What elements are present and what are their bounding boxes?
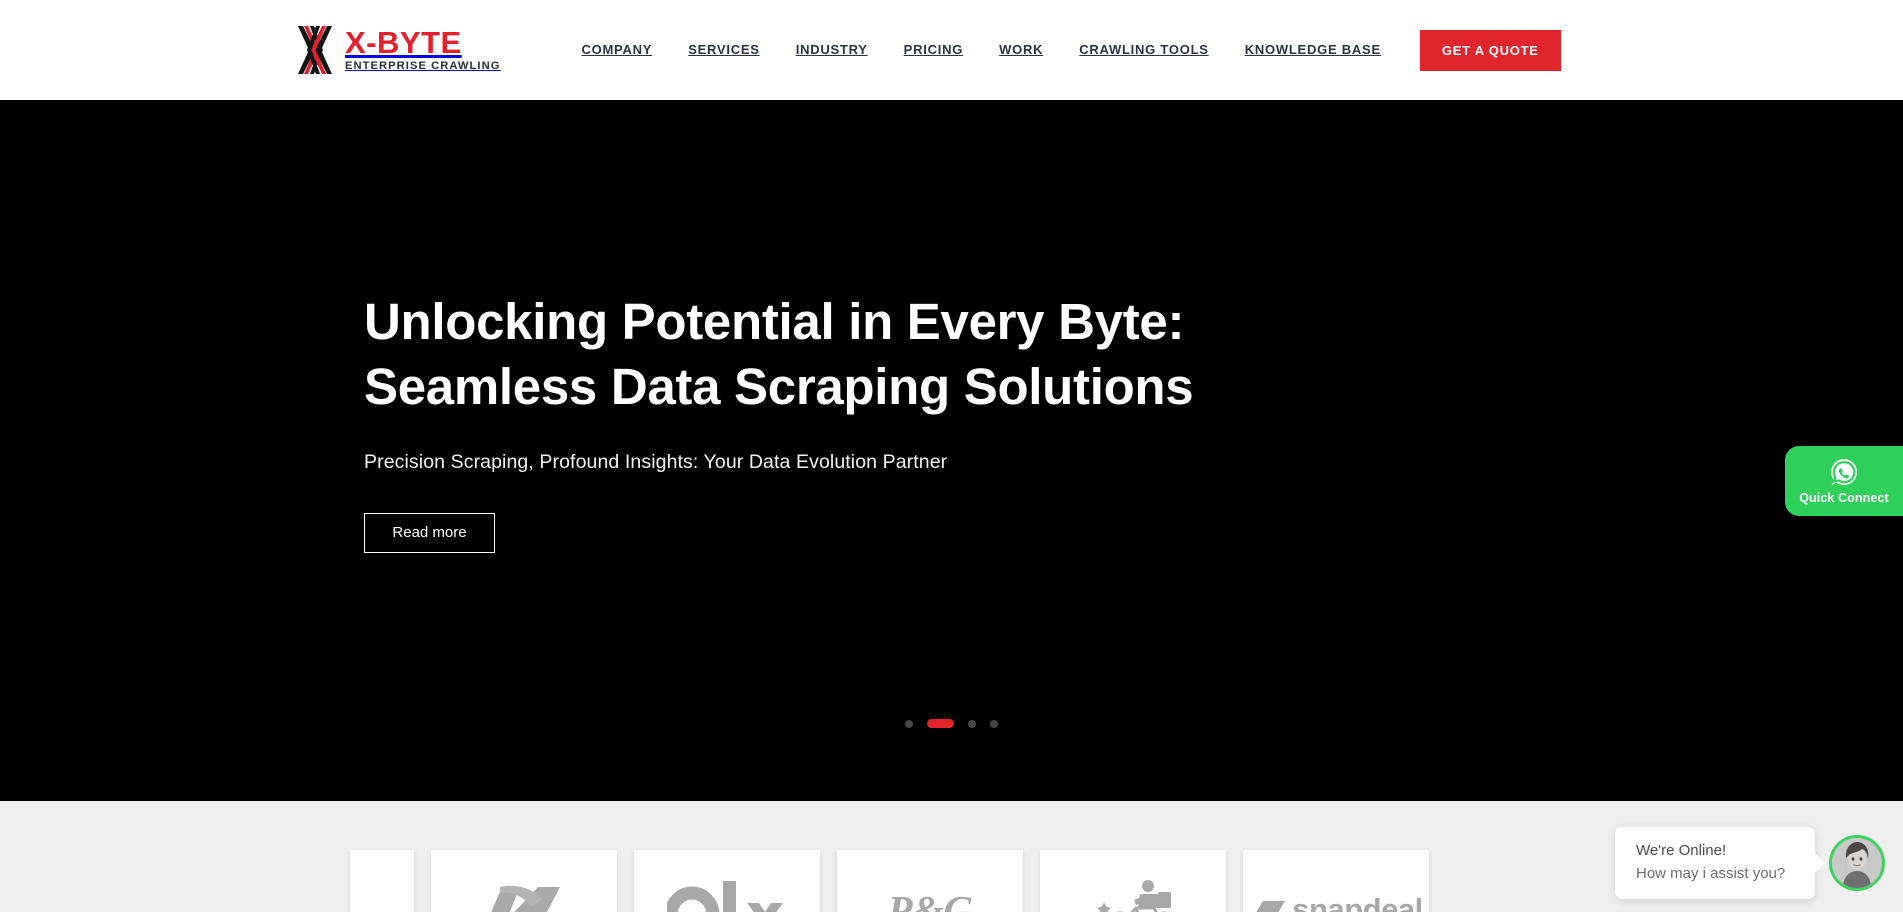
nav-item-work[interactable]: WORK	[981, 0, 1061, 100]
brand-wordmark: X-BYTE ENTERPRISE CRAWLING	[345, 27, 500, 73]
x-byte-mark-icon	[298, 26, 332, 74]
carousel-dot-1[interactable]	[905, 719, 913, 728]
chat-agent-avatar[interactable]	[1829, 835, 1885, 891]
hero-title-line-1: Unlocking Potential in Every Byte:	[364, 293, 1185, 351]
hero-title-line-2: Seamless Data Scraping Solutions	[364, 357, 1194, 415]
nav-item-crawling-tools[interactable]: CRAWLING TOOLS	[1061, 0, 1226, 100]
hero-content: Unlocking Potential in Every Byte: Seaml…	[364, 100, 1464, 801]
nav-item-pricing[interactable]: PRICING	[886, 0, 981, 100]
client-logo-delivery[interactable]	[1040, 850, 1226, 912]
carousel-dot-4[interactable]	[990, 719, 998, 728]
nav-item-knowledge-base[interactable]: KNOWLEDGE BASE	[1227, 0, 1399, 100]
hero-banner: Unlocking Potential in Every Byte: Seaml…	[0, 100, 1903, 801]
whatsapp-icon	[1831, 459, 1857, 486]
client-logos-row: P&G snapdeal	[350, 850, 1429, 912]
nasdaq-n-icon	[491, 885, 560, 912]
pandg-wordmark: P&G	[887, 887, 973, 912]
nav-item-industry[interactable]: INDUSTRY	[778, 0, 886, 100]
brand-title: X-BYTE	[345, 24, 462, 60]
client-logo-olx[interactable]	[634, 850, 820, 912]
chat-prompt-text: How may i assist you?	[1636, 864, 1786, 882]
brand-logo[interactable]: X-BYTE ENTERPRISE CRAWLING	[296, 25, 500, 75]
hero-title: Unlocking Potential in Every Byte: Seaml…	[364, 290, 1374, 419]
delivery-cyclist-icon	[1096, 880, 1171, 912]
snapdeal-mark-icon	[1256, 901, 1286, 912]
brand-subtitle: ENTERPRISE CRAWLING	[345, 59, 501, 72]
chat-status-text: We're Online!	[1636, 842, 1727, 859]
quick-connect-label: Quick Connect	[1799, 491, 1889, 505]
olx-wordmark-icon	[667, 881, 783, 912]
site-header: X-BYTE ENTERPRISE CRAWLING COMPANY SERVI…	[0, 0, 1903, 100]
main-navigation: COMPANY SERVICES INDUSTRY PRICING WORK C…	[563, 0, 1561, 100]
carousel-dot-3[interactable]	[968, 719, 976, 728]
snapdeal-wordmark: snapdeal	[1292, 892, 1423, 912]
support-agent-avatar-icon	[1832, 838, 1882, 888]
client-logo-pandg[interactable]: P&G	[837, 850, 1023, 912]
nav-item-services[interactable]: SERVICES	[670, 0, 778, 100]
hero-subtitle: Precision Scraping, Profound Insights: Y…	[364, 450, 948, 473]
carousel-dot-2[interactable]	[927, 719, 954, 728]
client-logo-n[interactable]	[431, 850, 617, 912]
chat-greeting-bubble[interactable]: We're Online! How may i assist you?	[1615, 827, 1815, 899]
client-logo-snapdeal[interactable]: snapdeal	[1243, 850, 1429, 912]
chat-widget: We're Online! How may i assist you?	[1615, 827, 1885, 899]
nav-item-company[interactable]: COMPANY	[563, 0, 670, 100]
get-a-quote-button[interactable]: GET A QUOTE	[1419, 29, 1561, 71]
client-logo-partial[interactable]	[350, 850, 414, 912]
quick-connect-widget[interactable]: Quick Connect	[1785, 446, 1903, 516]
snapdeal-wordmark-group: snapdeal	[1249, 892, 1423, 912]
read-more-button[interactable]: Read more	[364, 512, 495, 553]
carousel-dots	[0, 719, 1903, 728]
